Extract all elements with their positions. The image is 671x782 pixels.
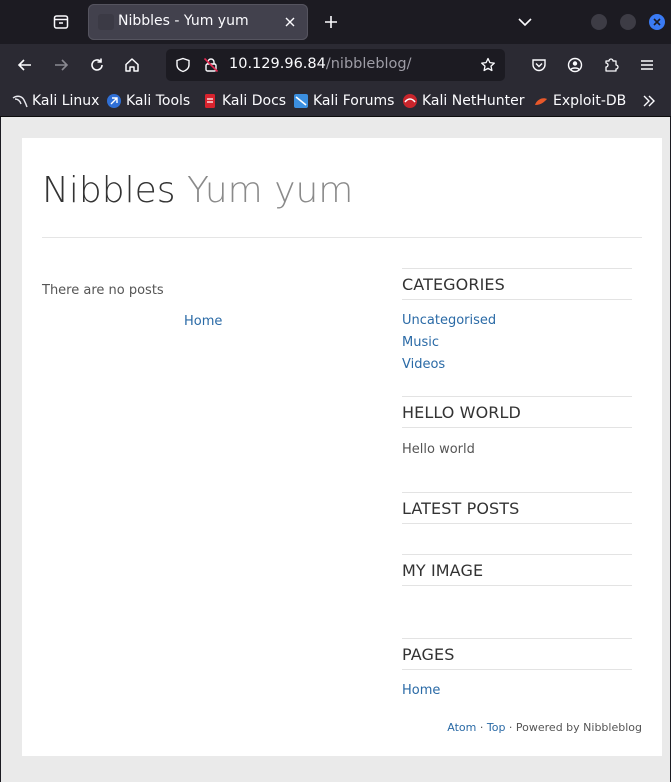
maximize-window-button[interactable] bbox=[620, 14, 636, 30]
url-path: /nibbleblog/ bbox=[325, 56, 412, 72]
blog-name: Nibbles bbox=[42, 170, 176, 211]
kali-docs-icon bbox=[202, 93, 218, 109]
active-tab[interactable]: Nibbles - Yum yum bbox=[88, 4, 308, 40]
firefox-view-button[interactable] bbox=[48, 10, 74, 34]
bookmark-kali-tools[interactable]: Kali Tools bbox=[106, 92, 190, 110]
category-link-uncategorised[interactable]: Uncategorised bbox=[402, 313, 496, 328]
url-text[interactable]: 10.129.96.84/nibbleblog/ bbox=[229, 56, 412, 72]
sidebar-divider bbox=[402, 427, 632, 428]
tab-favicon-icon bbox=[98, 14, 114, 30]
close-window-button[interactable] bbox=[649, 14, 665, 30]
url-host: 10.129.96.84 bbox=[229, 56, 326, 72]
list-all-tabs-button[interactable] bbox=[512, 10, 538, 34]
powered-by-text: · Powered by Nibbleblog bbox=[505, 721, 642, 734]
home-icon bbox=[125, 58, 139, 72]
home-link[interactable]: Home bbox=[184, 314, 222, 329]
extensions-button[interactable] bbox=[598, 52, 624, 78]
kali-dragon-icon bbox=[12, 93, 28, 109]
sidebar-divider bbox=[402, 492, 632, 493]
blog-footer: Atom · Top · Powered by Nibbleblog bbox=[447, 721, 642, 734]
bookmark-label: Kali Docs bbox=[222, 93, 287, 109]
top-link[interactable]: Top bbox=[487, 721, 506, 734]
no-posts-message: There are no posts bbox=[42, 283, 164, 298]
bookmark-kali-docs[interactable]: Kali Docs bbox=[202, 92, 286, 110]
exploit-db-icon bbox=[533, 93, 549, 109]
arrow-right-icon bbox=[55, 59, 69, 71]
bookmarks-toolbar: Kali Linux Kali Tools Kali Docs Kali For… bbox=[0, 86, 671, 117]
category-link-videos[interactable]: Videos bbox=[402, 357, 445, 372]
account-icon bbox=[567, 57, 583, 73]
kali-forums-icon bbox=[293, 93, 309, 109]
pages-title: PAGES bbox=[402, 645, 455, 664]
insecure-lock-icon[interactable] bbox=[202, 56, 220, 74]
pocket-icon bbox=[532, 59, 546, 72]
sidebar-divider bbox=[402, 523, 632, 524]
sidebar-divider bbox=[402, 554, 632, 555]
url-bar[interactable]: 10.129.96.84/nibbleblog/ bbox=[166, 49, 505, 81]
blog-container: Nibbles Yum yum There are no posts Home … bbox=[22, 138, 662, 756]
bookmark-label: Exploit-DB bbox=[553, 93, 627, 109]
hello-world-title: HELLO WORLD bbox=[402, 403, 521, 422]
forward-button[interactable] bbox=[48, 52, 74, 78]
hamburger-menu-icon bbox=[641, 60, 653, 70]
sidebar-divider bbox=[402, 638, 632, 639]
chevron-down-icon bbox=[518, 18, 532, 27]
shield-icon[interactable] bbox=[174, 56, 192, 74]
close-icon bbox=[285, 17, 295, 27]
tab-strip: Nibbles - Yum yum bbox=[0, 0, 671, 44]
page-link-home[interactable]: Home bbox=[402, 683, 440, 698]
latest-posts-title: LATEST POSTS bbox=[402, 499, 520, 518]
pocket-button[interactable] bbox=[526, 52, 552, 78]
blog-header[interactable]: Nibbles Yum yum bbox=[42, 170, 353, 211]
page-viewport: Nibbles Yum yum There are no posts Home … bbox=[1, 117, 670, 782]
puzzle-icon bbox=[605, 58, 619, 72]
tab-close-button[interactable] bbox=[280, 12, 300, 32]
sidebar-divider bbox=[402, 396, 632, 397]
menu-button[interactable] bbox=[634, 52, 660, 78]
bookmark-kali-forums[interactable]: Kali Forums bbox=[293, 92, 394, 110]
categories-title: CATEGORIES bbox=[402, 275, 505, 294]
bookmark-star-icon[interactable] bbox=[479, 56, 497, 74]
blog-slogan: Yum yum bbox=[187, 170, 354, 211]
minimize-window-button[interactable] bbox=[591, 14, 607, 30]
chevron-double-right-icon bbox=[643, 95, 655, 107]
new-tab-button[interactable] bbox=[318, 10, 344, 34]
home-button[interactable] bbox=[119, 52, 145, 78]
navigation-toolbar: 10.129.96.84/nibbleblog/ bbox=[0, 44, 671, 86]
account-button[interactable] bbox=[562, 52, 588, 78]
reload-icon bbox=[91, 58, 103, 71]
reload-button[interactable] bbox=[84, 52, 110, 78]
category-link-music[interactable]: Music bbox=[402, 335, 439, 350]
bookmark-label: Kali Forums bbox=[313, 93, 395, 109]
bookmark-kali-nethunter[interactable]: Kali NetHunter bbox=[402, 92, 524, 110]
firefox-view-icon bbox=[53, 15, 69, 29]
footer-separator: · bbox=[476, 721, 487, 734]
kali-tools-icon bbox=[106, 93, 122, 109]
back-button[interactable] bbox=[12, 52, 38, 78]
tab-title: Nibbles - Yum yum bbox=[118, 13, 249, 29]
bookmark-label: Kali NetHunter bbox=[422, 93, 525, 109]
sidebar-divider bbox=[402, 268, 632, 269]
sidebar-divider bbox=[402, 299, 632, 300]
bookmark-label: Kali Linux bbox=[32, 93, 100, 109]
close-icon bbox=[653, 18, 661, 26]
header-divider bbox=[42, 237, 642, 238]
arrow-left-icon bbox=[17, 59, 31, 71]
my-image-title: MY IMAGE bbox=[402, 561, 484, 580]
bookmark-exploit-db[interactable]: Exploit-DB bbox=[533, 92, 626, 110]
atom-feed-link[interactable]: Atom bbox=[447, 721, 476, 734]
plus-icon bbox=[325, 16, 337, 28]
hello-world-text: Hello world bbox=[402, 442, 475, 457]
bookmark-kali-linux[interactable]: Kali Linux bbox=[12, 92, 99, 110]
kali-nethunter-icon bbox=[402, 93, 418, 109]
sidebar-divider bbox=[402, 585, 632, 586]
sidebar-divider bbox=[402, 669, 632, 670]
more-bookmarks-button[interactable] bbox=[642, 92, 656, 110]
bookmark-label: Kali Tools bbox=[126, 93, 191, 109]
